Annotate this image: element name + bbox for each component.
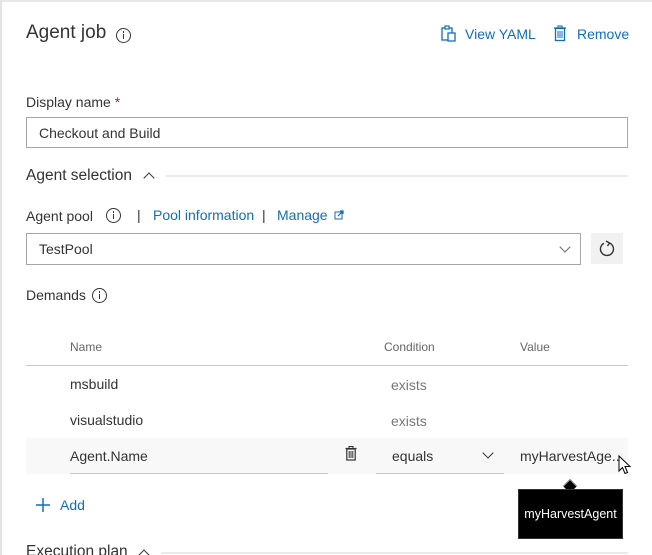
column-header-name: Name — [70, 340, 103, 354]
demand-condition: exists — [391, 413, 427, 429]
table-header-divider — [26, 365, 628, 366]
agent-pool-selected: TestPool — [39, 241, 93, 257]
display-name-label: Display name * — [26, 94, 120, 110]
column-header-value: Value — [520, 340, 550, 354]
separator: | — [137, 207, 141, 223]
plus-icon — [36, 498, 50, 512]
required-marker: * — [114, 94, 121, 110]
agent-pool-info-icon[interactable] — [106, 208, 121, 223]
condition-selected: equals — [392, 448, 434, 464]
execution-plan-title: Execution plan — [26, 543, 128, 555]
chevron-down-icon — [559, 241, 571, 253]
demand-name: visualstudio — [70, 412, 144, 428]
external-link-icon — [334, 210, 344, 220]
remove-button[interactable]: Remove — [553, 25, 629, 42]
section-divider — [161, 552, 628, 554]
trash-icon — [554, 25, 566, 42]
agent-pool-label: Agent pool — [26, 208, 93, 224]
column-header-condition: Condition — [384, 340, 435, 354]
clipboard-icon — [441, 25, 456, 42]
page-title: Agent job — [26, 22, 107, 43]
add-label: Add — [60, 497, 85, 513]
section-divider — [166, 175, 628, 177]
separator: | — [262, 207, 266, 223]
value-tooltip: myHarvestAgent — [518, 489, 623, 539]
agent-pool-dropdown[interactable]: TestPool — [26, 233, 581, 265]
chevron-down-icon — [482, 447, 494, 459]
agent-selection-title: Agent selection — [26, 167, 132, 184]
display-name-label-text: Display name — [26, 94, 111, 110]
add-demand-button[interactable]: Add — [35, 497, 85, 513]
demand-name-input[interactable]: Agent.Name — [70, 448, 328, 474]
demand-value-input[interactable]: myHarvestAge... — [520, 448, 623, 464]
pool-information-link[interactable]: Pool information — [153, 207, 254, 223]
table-row-editing[interactable]: Agent.Name equals myHarvestAge... — [26, 438, 628, 474]
delete-row-icon[interactable] — [345, 446, 357, 461]
refresh-button[interactable] — [591, 233, 623, 264]
demands-info-icon[interactable] — [92, 288, 107, 303]
demand-name: msbuild — [70, 376, 119, 392]
refresh-icon — [599, 239, 615, 256]
demands-label: Demands — [26, 287, 86, 303]
mouse-cursor-icon — [618, 455, 632, 475]
remove-label: Remove — [577, 25, 630, 42]
manage-link[interactable]: Manage — [277, 207, 344, 223]
view-yaml-button[interactable]: View YAML — [441, 25, 536, 42]
display-name-input[interactable]: Checkout and Build — [26, 117, 628, 148]
condition-dropdown[interactable]: equals — [376, 438, 504, 474]
demand-condition: exists — [391, 377, 427, 393]
info-icon[interactable] — [116, 28, 131, 43]
manage-label: Manage — [277, 207, 328, 223]
view-yaml-label: View YAML — [465, 25, 536, 42]
